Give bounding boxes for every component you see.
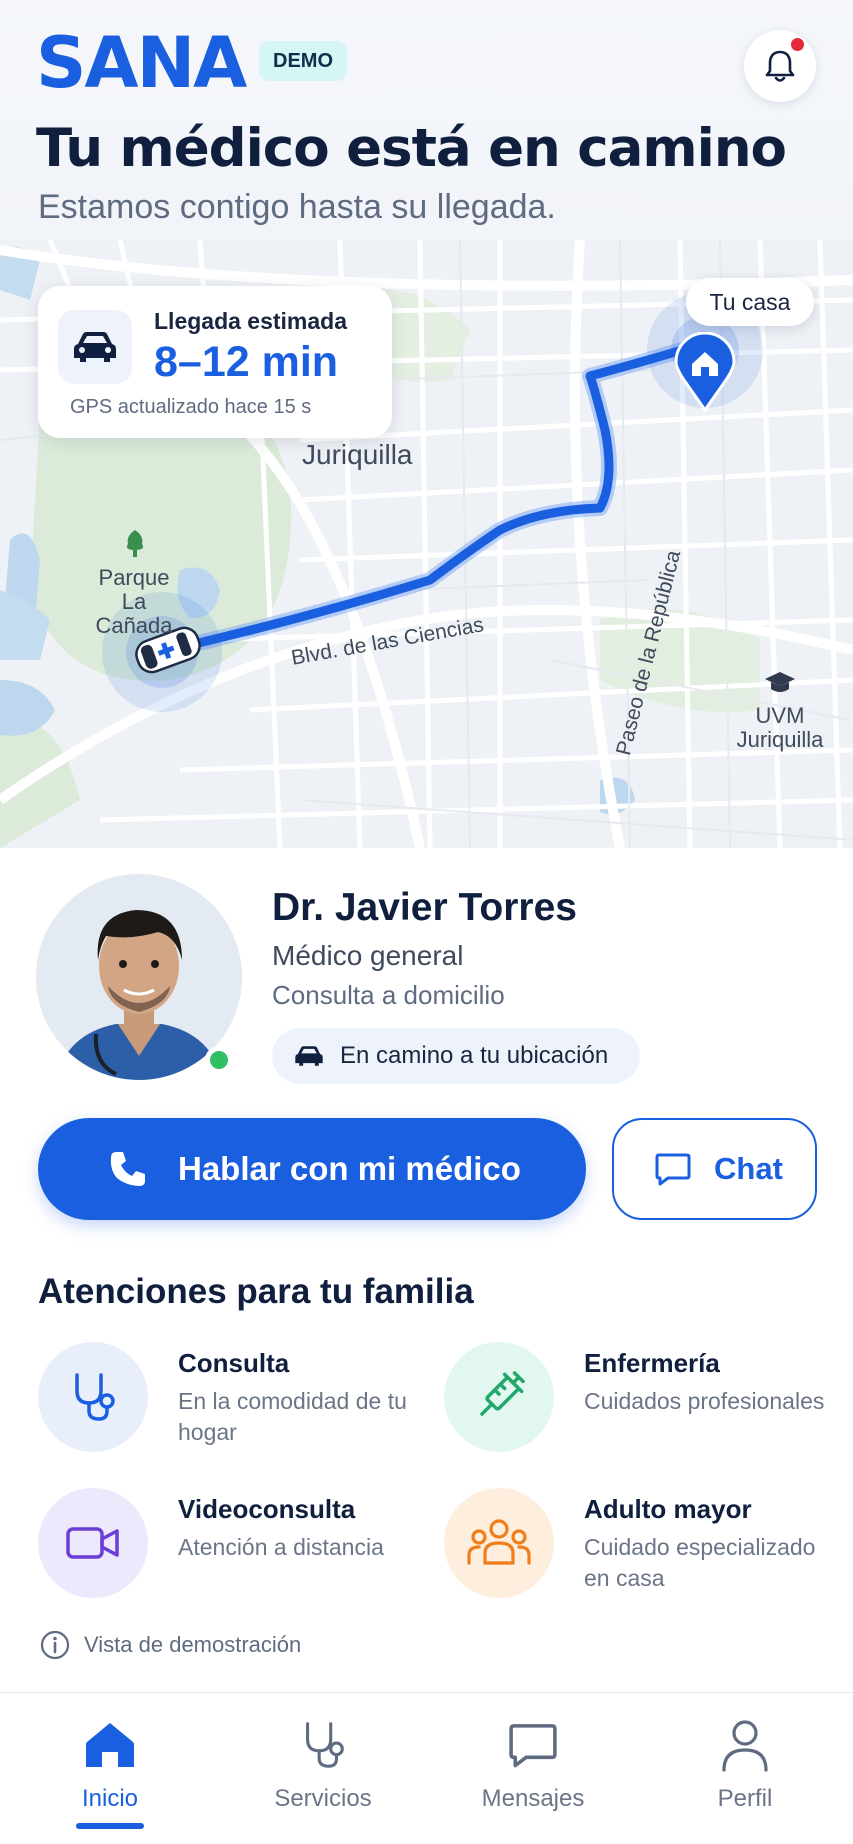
doctor-role: Médico general: [272, 940, 464, 971]
chat-button[interactable]: Chat: [612, 1118, 817, 1220]
call-doctor-button[interactable]: Hablar con mi médico: [38, 1118, 586, 1220]
poi-label-line1: UVM: [755, 703, 805, 728]
eta-card: Llegada estimada 8–12 min GPS actualizad…: [38, 286, 392, 438]
doctor-status: En camino a tu ubicación: [340, 1042, 609, 1069]
chat-label: Chat: [714, 1151, 783, 1186]
park-tree-icon: [126, 530, 144, 557]
demo-badge: DEMO: [259, 41, 347, 81]
car-icon: [295, 1046, 323, 1066]
nav-item-mensajes[interactable]: Mensajes: [448, 1715, 618, 1813]
area-label: Juriquilla: [302, 439, 413, 470]
app-header: SANA DEMO Tu médico está en camino Estam…: [0, 0, 853, 240]
chat-icon: [655, 1153, 691, 1186]
nav-item-perfil[interactable]: Perfil: [660, 1715, 830, 1813]
page-subtitle: Estamos contigo hasta su llegada.: [38, 188, 556, 226]
poi-label: UVM Juriquilla: [734, 703, 826, 753]
nav-label: Inicio: [81, 1785, 139, 1812]
doctor-status-pill: En camino a tu ubicación: [272, 1028, 640, 1084]
sana-logo: SANA: [36, 22, 247, 104]
destination-label: Tu casa: [686, 278, 814, 326]
notification-dot: [791, 38, 804, 51]
active-tab-indicator: [76, 1823, 144, 1829]
notifications-button[interactable]: [744, 30, 816, 102]
online-status-dot: [205, 1046, 233, 1074]
doctor-name: Dr. Javier Torres: [272, 886, 577, 929]
service-desc: Atención a distancia: [178, 1534, 384, 1560]
service-desc: En la comodidad de tu hogar: [178, 1388, 407, 1445]
service-desc: Cuidados profesionales: [584, 1388, 825, 1414]
nav-item-inicio[interactable]: Inicio: [25, 1715, 195, 1813]
phone-icon: [110, 1152, 145, 1186]
park-label: Parque La Cañada: [82, 565, 186, 639]
school-icon: [765, 672, 795, 692]
nav-label: Perfil: [717, 1785, 773, 1812]
gps-status: GPS actualizado hace 15 s: [70, 396, 312, 418]
nav-label: Servicios: [274, 1785, 372, 1812]
park-label-line2: La Cañada: [95, 589, 173, 639]
service-title: Adulto mayor: [584, 1494, 752, 1524]
demo-note-text: Vista de demostración: [84, 1632, 302, 1657]
stethoscope-icon: [306, 1722, 344, 1768]
service-desc: Cuidado especializado en casa: [584, 1534, 816, 1591]
home-icon: [86, 1723, 134, 1767]
service-enfermeria[interactable]: Enfermería Cuidados profesionales: [444, 1342, 844, 1462]
info-icon: [40, 1630, 70, 1660]
car-icon: [58, 310, 132, 384]
people-group-icon: [444, 1488, 554, 1598]
stethoscope-icon: [38, 1342, 148, 1452]
nav-item-servicios[interactable]: Servicios: [238, 1715, 408, 1813]
demo-note: Vista de demostración: [40, 1630, 301, 1660]
bottom-navigation: Inicio Servicios Mensajes Perfil: [0, 1692, 853, 1844]
syringe-icon: [444, 1342, 554, 1452]
eta-value: 8–12 min: [154, 338, 339, 386]
message-icon: [509, 1724, 557, 1768]
visit-type: Consulta a domicilio: [272, 980, 505, 1010]
page-title: Tu médico está en camino: [36, 118, 787, 179]
service-title: Enfermería: [584, 1348, 720, 1378]
user-icon: [722, 1720, 768, 1772]
call-doctor-label: Hablar con mi médico: [178, 1150, 521, 1187]
park-label-line1: Parque: [98, 565, 170, 590]
nav-label: Mensajes: [481, 1785, 585, 1812]
eta-label: Llegada estimada: [154, 308, 348, 334]
service-videoconsulta[interactable]: Videoconsulta Atención a distancia: [38, 1488, 438, 1608]
service-title: Videoconsulta: [178, 1494, 356, 1524]
family-services-title: Atenciones para tu familia: [38, 1272, 474, 1311]
tracking-map[interactable]: Llegada estimada 8–12 min GPS actualizad…: [0, 240, 853, 848]
poi-label-line2: Juriquilla: [736, 727, 824, 753]
bell-icon: [765, 50, 795, 82]
service-adulto-mayor[interactable]: Adulto mayor Cuidado especializado en ca…: [444, 1488, 844, 1608]
video-camera-icon: [38, 1488, 148, 1598]
home-pin-icon: [674, 332, 736, 412]
service-consulta[interactable]: Consulta En la comodidad de tu hogar: [38, 1342, 438, 1462]
service-title: Consulta: [178, 1348, 290, 1378]
